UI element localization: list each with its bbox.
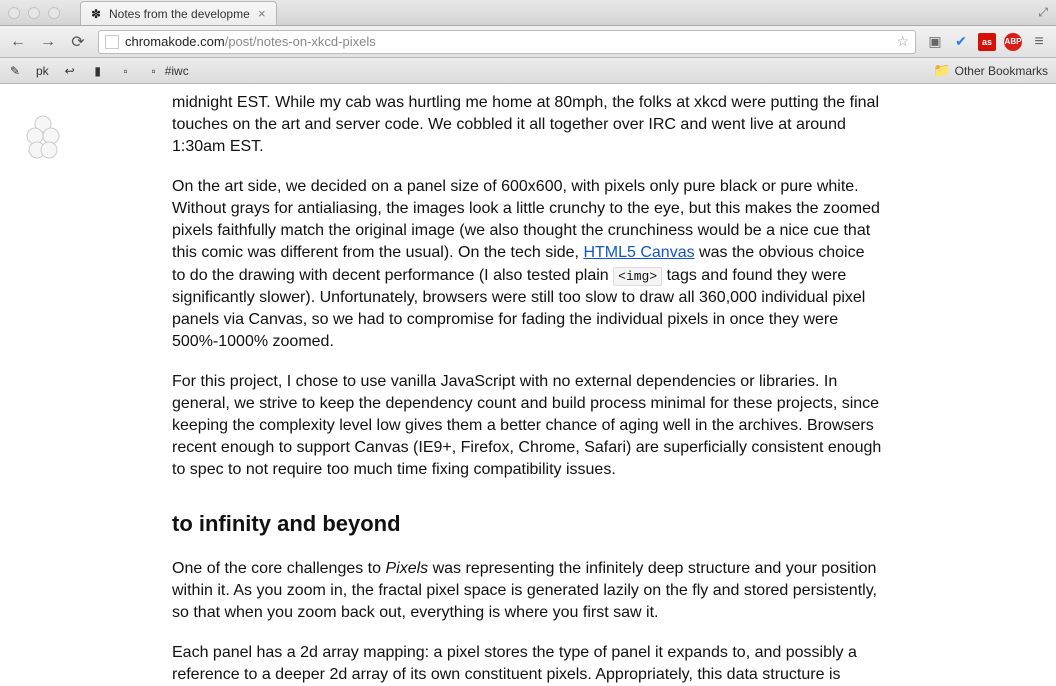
article-body: midnight EST. While my cab was hurtling … [172,92,882,686]
back-button[interactable]: ← [8,32,28,52]
window-controls [8,7,60,19]
inline-code: <img> [613,267,662,286]
bookmark-icon: ▮ [91,64,105,78]
section-heading: to infinity and beyond [172,509,882,539]
bookmark-item-edit[interactable]: ✎ [8,64,22,78]
menu-icon[interactable]: ≡ [1030,33,1048,51]
tab-title: Notes from the developme [109,7,250,21]
pencil-icon: ✎ [8,64,22,78]
close-window-button[interactable] [8,7,20,19]
page-icon [105,35,119,49]
forward-button[interactable]: → [38,32,58,52]
emphasis: Pixels [385,560,428,577]
paragraph: One of the core challenges to Pixels was… [172,558,882,624]
address-bar[interactable]: chromakode.com/post/notes-on-xkcd-pixels… [98,30,916,54]
extension-icons: ▣ ✔ as ABP ≡ [926,33,1048,51]
bookmark-item-iwc[interactable]: ▫#iwc [147,64,189,78]
adblock-icon[interactable]: ABP [1004,33,1022,51]
lastfm-icon[interactable]: as [978,33,996,51]
bookmark-item-back[interactable]: ↩ [63,64,77,78]
folder-icon: 📁 [933,62,950,79]
page-outline-icon: ▫ [119,64,133,78]
bookmark-item-page[interactable]: ▫ [119,64,133,78]
tab-strip: ✽ Notes from the developme × [80,1,277,25]
paragraph: Each panel has a 2d array mapping: a pix… [172,642,882,686]
bookmark-star-icon[interactable]: ☆ [896,33,909,50]
reload-button[interactable]: ⟳ [68,32,88,52]
close-tab-icon[interactable]: × [256,8,268,20]
extension-check-icon[interactable]: ✔ [952,33,970,51]
link-html5-canvas[interactable]: HTML5 Canvas [583,244,694,261]
page-content: midnight EST. While my cab was hurtling … [0,84,1056,686]
other-bookmarks[interactable]: 📁 Other Bookmarks [933,62,1048,79]
url-text: chromakode.com/post/notes-on-xkcd-pixels [125,34,376,49]
cast-icon[interactable]: ▣ [926,33,944,51]
paragraph: midnight EST. While my cab was hurtling … [172,92,882,158]
fullscreen-icon[interactable]: ⤢ [1038,5,1048,20]
paragraph: On the art side, we decided on a panel s… [172,176,882,353]
minimize-window-button[interactable] [28,7,40,19]
flower-icon: ✽ [89,7,103,21]
bookmark-item-mark[interactable]: ▮ [91,64,105,78]
paragraph: For this project, I chose to use vanilla… [172,371,882,481]
bookmark-item-pk[interactable]: pk [36,64,49,78]
bookmark-bar: ✎ pk ↩ ▮ ▫ ▫#iwc 📁 Other Bookmarks [0,58,1056,84]
browser-toolbar: ← → ⟳ chromakode.com/post/notes-on-xkcd-… [0,26,1056,58]
page-outline-icon: ▫ [147,64,161,78]
zoom-window-button[interactable] [48,7,60,19]
window-titlebar: ✽ Notes from the developme × ⤢ [0,0,1056,26]
site-logo[interactable] [24,114,62,164]
browser-tab[interactable]: ✽ Notes from the developme × [80,1,277,25]
arrow-left-icon: ↩ [63,64,77,78]
